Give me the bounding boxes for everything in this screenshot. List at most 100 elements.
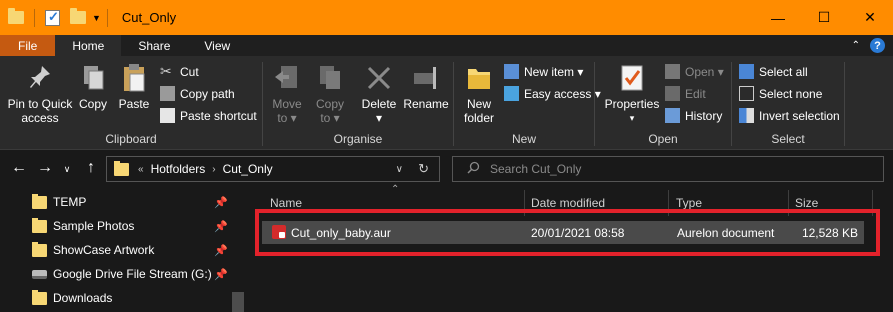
copy-to-icon (316, 62, 344, 94)
sort-ascending-icon: ⌃ (391, 184, 400, 195)
tab-view[interactable]: View (187, 35, 247, 56)
folder-icon (32, 193, 47, 209)
select-all-icon (739, 64, 754, 79)
file-list: ⌃ Name Date modified Type Size Cut_only_… (248, 184, 893, 312)
pin-icon[interactable]: 📌 (214, 268, 228, 281)
easy-access-label: Easy access ▾ (524, 86, 601, 101)
edit-icon (665, 86, 680, 101)
nav-item-showcase-artwork[interactable]: ShowCase Artwork 📌 (32, 239, 232, 261)
clipboard-icon (120, 62, 148, 94)
address-bar[interactable]: « Hotfolders › Cut_Only ∨ ↻ (106, 156, 440, 182)
edit-label: Edit (685, 86, 706, 101)
pin-label-line2: access (21, 111, 59, 125)
paste-button[interactable]: Paste (116, 62, 152, 111)
move-to-button[interactable]: Move to ▾ (269, 62, 305, 125)
select-group: Select all Select none Invert selection … (732, 56, 844, 150)
chevron-down-icon[interactable]: ▼ (92, 13, 101, 23)
open-label: Open ▾ (685, 64, 724, 79)
easy-access-button[interactable]: Easy access ▾ (504, 86, 601, 101)
pin-icon (26, 62, 54, 94)
quick-access-toolbar: ▼ (0, 8, 101, 27)
folder-icon (8, 8, 24, 24)
up-arrow-icon[interactable]: ↑ (82, 159, 100, 177)
nav-item-label: ShowCase Artwork (53, 243, 155, 257)
pin-to-quick-access-button[interactable]: Pin to Quick access (6, 62, 74, 125)
title-bar: ▼ Cut_Only — ☐ ✕ (0, 0, 893, 35)
maximize-button[interactable]: ☐ (801, 0, 847, 35)
folder-icon (465, 62, 493, 94)
paste-shortcut-label: Paste shortcut (180, 108, 257, 123)
breadcrumb-hotfolders[interactable]: Hotfolders (151, 162, 206, 176)
chevron-down-icon[interactable]: ∨ (396, 164, 403, 175)
divider (34, 8, 35, 27)
help-icon[interactable]: ? (870, 38, 885, 53)
new-item-button[interactable]: New item ▾ (504, 64, 583, 79)
paste-shortcut-button[interactable]: Paste shortcut (160, 108, 257, 123)
select-all-label: Select all (759, 64, 808, 79)
select-none-icon (739, 86, 754, 101)
nav-item-downloads[interactable]: Downloads (32, 287, 232, 309)
overflow-chevron[interactable]: « (138, 164, 144, 175)
copy-path-button[interactable]: Copy path (160, 86, 235, 101)
select-all-button[interactable]: Select all (739, 64, 808, 79)
clipboard-group: Pin to Quick access Copy Paste ✂ Cut Cop… (0, 56, 262, 150)
delete-label: Delete ▾ (361, 97, 397, 125)
scissors-icon: ✂ (160, 63, 172, 79)
properties-icon[interactable] (45, 9, 60, 26)
copy-icon (79, 62, 107, 94)
pin-label-line1: Pin to Quick (7, 97, 73, 111)
refresh-icon[interactable]: ↻ (418, 161, 429, 177)
history-icon (665, 108, 680, 123)
nav-item-google-drive[interactable]: Google Drive File Stream (G:) 📌 (32, 263, 232, 285)
group-label: Open (648, 132, 678, 146)
rename-button[interactable]: Rename (403, 62, 449, 111)
select-none-button[interactable]: Select none (739, 86, 822, 101)
scrollbar-thumb[interactable] (232, 292, 244, 312)
breadcrumb-cut-only[interactable]: Cut_Only (223, 162, 273, 176)
recent-chevron-icon[interactable]: ∨ (58, 164, 76, 175)
rename-icon (412, 62, 440, 94)
copy-button[interactable]: Copy (76, 62, 110, 111)
new-folder-label-line2: folder (463, 111, 495, 125)
new-group: New folder New item ▾ Easy access ▾ New (454, 56, 601, 150)
invert-selection-button[interactable]: Invert selection (739, 108, 840, 123)
pin-icon[interactable]: 📌 (214, 220, 228, 233)
highlight-box (255, 209, 880, 256)
window-title: Cut_Only (121, 10, 177, 25)
breadcrumb-separator: › (212, 163, 216, 175)
nav-item-temp[interactable]: TEMP 📌 (32, 191, 232, 213)
cut-label: Cut (180, 64, 199, 79)
navigation-pane: TEMP 📌 Sample Photos 📌 ShowCase Artwork … (0, 188, 248, 312)
copy-to-button[interactable]: Copy to ▾ (313, 62, 347, 125)
search-input[interactable]: Search Cut_Only (452, 156, 884, 182)
collapse-ribbon-icon[interactable]: ⌃ (852, 40, 860, 51)
tab-home[interactable]: Home (55, 35, 122, 56)
search-placeholder: Search Cut_Only (490, 162, 582, 176)
invert-selection-label: Invert selection (759, 108, 840, 123)
new-folder-button[interactable]: New folder (458, 62, 500, 125)
new-folder-icon[interactable] (70, 8, 86, 24)
pin-icon[interactable]: 📌 (214, 196, 228, 209)
properties-button[interactable]: Properties ▾ (601, 62, 663, 125)
nav-item-sample-photos[interactable]: Sample Photos 📌 (32, 215, 232, 237)
edit-button[interactable]: Edit (665, 86, 706, 101)
back-arrow-icon[interactable]: ← (10, 159, 28, 177)
history-button[interactable]: History (665, 108, 722, 123)
minimize-button[interactable]: — (755, 0, 801, 35)
forward-arrow-icon[interactable]: → (36, 159, 54, 177)
copy-path-label: Copy path (180, 86, 235, 101)
group-label: Clipboard (105, 132, 157, 146)
search-icon (467, 161, 480, 177)
new-item-label: New item ▾ (524, 64, 584, 79)
tab-file[interactable]: File (0, 35, 56, 56)
drive-icon (32, 269, 47, 279)
delete-button[interactable]: Delete ▾ (359, 62, 399, 125)
tab-share[interactable]: Share (121, 35, 187, 56)
nav-item-label: Downloads (53, 291, 113, 305)
cut-button[interactable]: ✂ Cut (160, 64, 199, 79)
navigation-bar: ← → ∨ ↑ « Hotfolders › Cut_Only ∨ ↻ Sear… (0, 150, 893, 188)
pin-icon[interactable]: 📌 (214, 244, 228, 257)
open-button[interactable]: Open ▾ (665, 64, 724, 79)
close-button[interactable]: ✕ (847, 0, 893, 35)
group-label: New (511, 132, 536, 146)
